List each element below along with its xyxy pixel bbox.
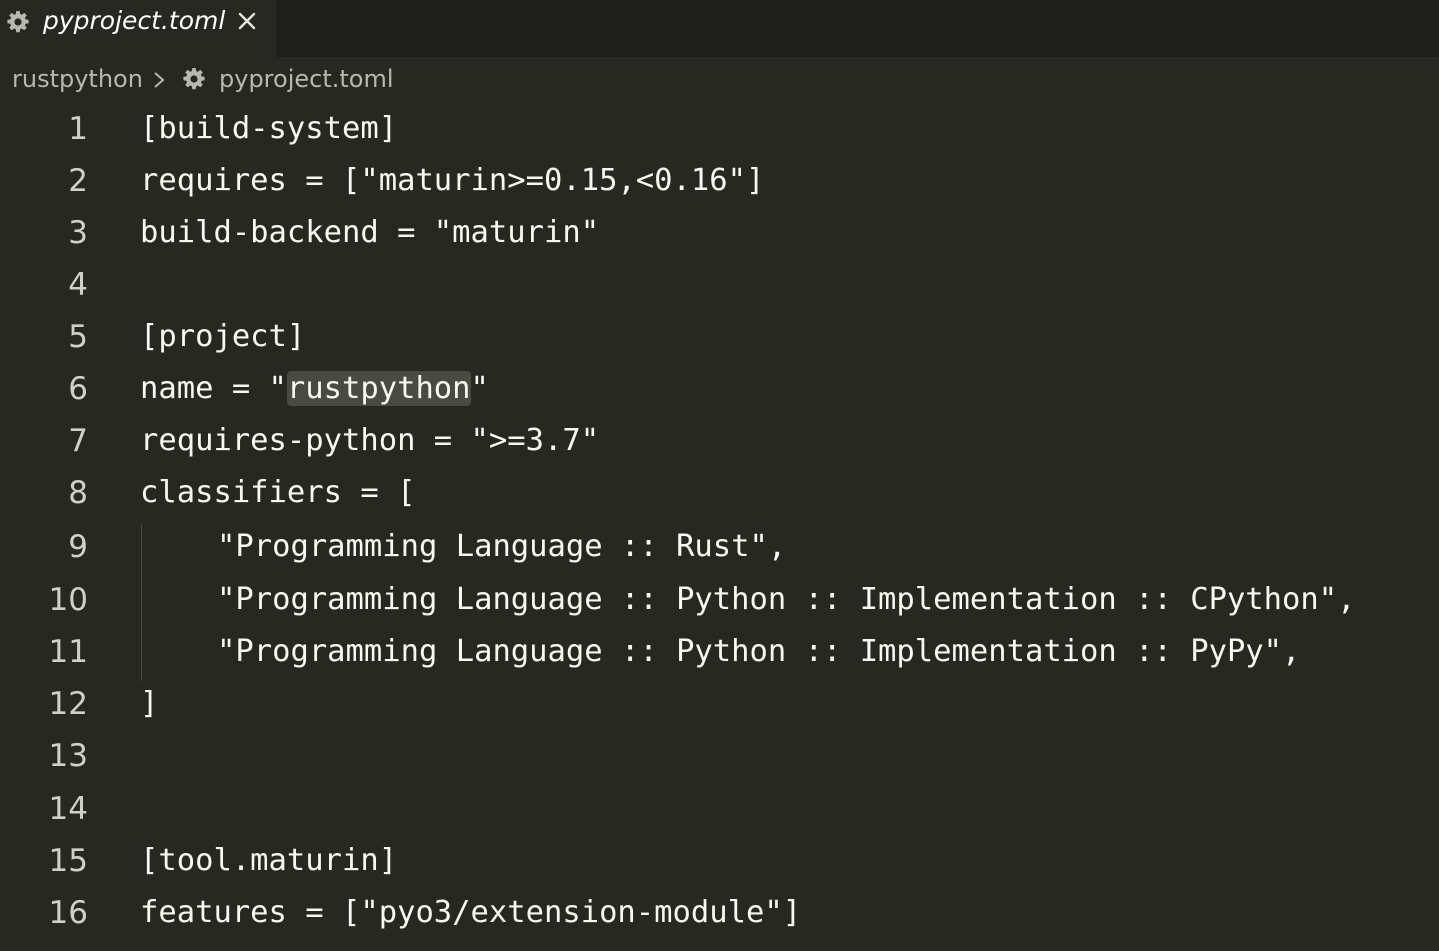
line-number: 8 <box>68 475 88 511</box>
code-line[interactable]: 14 <box>0 783 1439 835</box>
code-line[interactable]: 7 requires-python = ">=3.7" <box>0 415 1439 467</box>
line-text[interactable]: "Programming Language :: Python :: Imple… <box>217 574 1355 626</box>
line-text[interactable]: classifiers = [ <box>140 467 415 519</box>
line-text[interactable]: name = "rustpython" <box>140 363 489 415</box>
code-line[interactable]: 12 ] <box>0 678 1439 730</box>
code-line[interactable]: 9 "Programming Language :: Rust", <box>0 521 1439 573</box>
tab-title: pyproject.toml <box>43 6 226 35</box>
code-line[interactable]: 6 name = "rustpython" <box>0 363 1439 415</box>
code-line[interactable]: 10 "Programming Language :: Python :: Im… <box>0 574 1439 626</box>
line-number: 13 <box>48 738 88 774</box>
line-text[interactable]: features = ["pyo3/extension-module"] <box>140 887 801 939</box>
line-number: 3 <box>68 215 88 251</box>
line-text[interactable]: "Programming Language :: Rust", <box>217 521 786 573</box>
line-number: 1 <box>68 111 88 147</box>
breadcrumb-file[interactable]: pyproject.toml <box>219 65 394 93</box>
code-line[interactable]: 5 [project] <box>0 311 1439 363</box>
code-line[interactable]: 13 <box>0 730 1439 782</box>
breadcrumb: rustpython pyproject.toml <box>0 57 1439 103</box>
line-text[interactable]: "Programming Language :: Python :: Imple… <box>217 626 1300 678</box>
code-editor[interactable]: 1 [build-system] 2 requires = ["maturin>… <box>0 103 1439 951</box>
line-text[interactable]: requires = ["maturin>=0.15,<0.16"] <box>140 155 764 207</box>
line-number: 5 <box>68 319 88 355</box>
selection-highlight: rustpython <box>286 371 471 406</box>
line-text[interactable]: [tool.maturin] <box>140 835 397 887</box>
line-number: 4 <box>68 267 88 303</box>
chevron-right-icon <box>154 72 165 88</box>
close-icon[interactable] <box>236 10 258 32</box>
line-number: 2 <box>68 163 88 199</box>
gear-icon <box>7 11 29 33</box>
line-number: 10 <box>48 582 88 618</box>
editor-window: pyproject.toml rustpython pyproject.toml… <box>0 0 1439 951</box>
line-text-before: name = " <box>140 371 287 406</box>
code-line[interactable]: 4 <box>0 259 1439 311</box>
line-number: 15 <box>48 843 88 879</box>
code-line[interactable]: 8 classifiers = [ <box>0 467 1439 519</box>
tab-pyproject-toml[interactable]: pyproject.toml <box>0 0 276 57</box>
line-text[interactable]: build-backend = "maturin" <box>140 207 599 259</box>
line-text[interactable]: [build-system] <box>140 103 397 155</box>
tab-bar: pyproject.toml <box>0 0 1439 57</box>
gear-icon <box>183 68 205 90</box>
code-line[interactable]: 16 features = ["pyo3/extension-module"] <box>0 887 1439 939</box>
code-line[interactable]: 1 [build-system] <box>0 103 1439 155</box>
line-number: 6 <box>68 371 88 407</box>
line-number: 11 <box>48 634 88 670</box>
code-line[interactable]: 2 requires = ["maturin>=0.15,<0.16"] <box>0 155 1439 207</box>
line-text[interactable]: ] <box>140 678 158 730</box>
code-line[interactable]: 3 build-backend = "maturin" <box>0 207 1439 259</box>
line-text[interactable]: requires-python = ">=3.7" <box>140 415 599 467</box>
line-number: 16 <box>48 895 88 931</box>
line-text[interactable]: [project] <box>140 311 305 363</box>
code-line[interactable]: 15 [tool.maturin] <box>0 835 1439 887</box>
code-line[interactable]: 11 "Programming Language :: Python :: Im… <box>0 626 1439 678</box>
breadcrumb-folder[interactable]: rustpython <box>12 65 143 93</box>
line-number: 7 <box>68 423 88 459</box>
line-text-after: " <box>470 371 489 406</box>
line-number: 14 <box>48 791 88 827</box>
line-number: 12 <box>48 686 88 722</box>
line-number: 9 <box>68 529 88 565</box>
